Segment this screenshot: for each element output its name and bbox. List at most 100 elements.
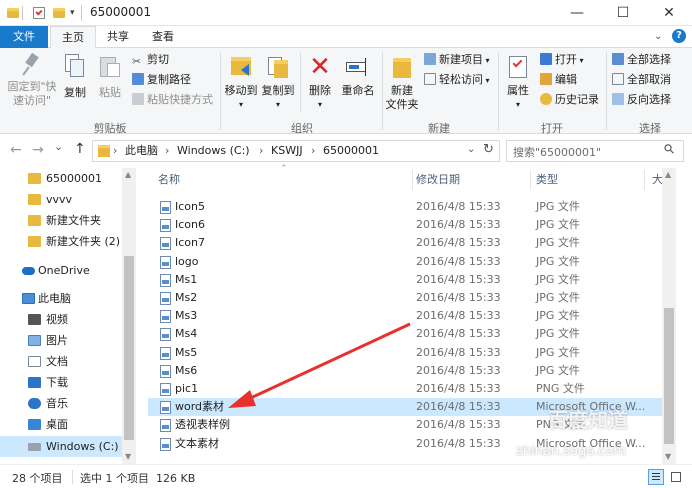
- open-button[interactable]: 打开 ▾: [540, 52, 584, 68]
- tab-file[interactable]: 文件: [0, 26, 48, 48]
- address-bar[interactable]: › 此电脑 › Windows (C:) › KSWJJ › 65000001 …: [92, 140, 500, 162]
- nav-item-this-pc[interactable]: 此电脑: [0, 288, 122, 309]
- address-dropdown-icon[interactable]: ⌄: [467, 144, 475, 155]
- column-header-type[interactable]: 类型: [536, 168, 558, 192]
- nav-item-vvvv[interactable]: vvvv: [0, 189, 122, 210]
- table-row[interactable]: Ms2 2016/4/8 15:33 JPG 文件: [148, 289, 676, 307]
- address-area: ← → ⌄ ↑ › 此电脑 › Windows (C:) › KSWJJ › 6…: [0, 134, 692, 168]
- column-header-date[interactable]: 修改日期: [416, 168, 460, 192]
- close-button[interactable]: ✕: [646, 0, 692, 26]
- file-type: JPG 文件: [536, 272, 580, 286]
- scroll-up-icon[interactable]: ▲: [125, 170, 131, 179]
- breadcrumb-windows-c[interactable]: Windows (C:): [177, 141, 250, 161]
- properties-button[interactable]: 属性 ▾: [502, 54, 534, 112]
- nav-item-label: 视频: [46, 313, 68, 326]
- table-row[interactable]: Icon5 2016/4/8 15:33 JPG 文件: [148, 198, 676, 216]
- nav-item-videos[interactable]: 视频: [0, 309, 122, 330]
- copy-to-button[interactable]: 复制到 ▾: [260, 54, 296, 112]
- new-item-icon: [424, 53, 436, 65]
- pin-quick-access-button[interactable]: 固定到"快 速访问": [6, 52, 58, 108]
- large-icons-view-button[interactable]: [668, 469, 684, 485]
- select-none-button[interactable]: 全部取消: [612, 72, 671, 88]
- breadcrumb-65000001[interactable]: 65000001: [323, 141, 379, 161]
- divider: [22, 6, 23, 20]
- nav-item-desktop[interactable]: 桌面: [0, 414, 122, 435]
- edit-button[interactable]: 编辑: [540, 72, 577, 88]
- tab-view[interactable]: 查看: [142, 26, 184, 48]
- arrow-head: [228, 390, 256, 408]
- scroll-down-icon[interactable]: ▼: [125, 452, 131, 461]
- table-row[interactable]: Ms1 2016/4/8 15:33 JPG 文件: [148, 271, 676, 289]
- properties-quick-icon[interactable]: [33, 7, 45, 19]
- nav-item-pictures[interactable]: 图片: [0, 330, 122, 351]
- copy-to-label: 复制到: [261, 84, 295, 97]
- new-folder-icon: [391, 54, 413, 80]
- nav-item-documents[interactable]: 文档: [0, 351, 122, 372]
- new-folder-button[interactable]: 新建 文件夹: [384, 54, 420, 112]
- recent-locations-button[interactable]: ⌄: [54, 140, 63, 153]
- column-header-name[interactable]: 名称: [158, 168, 180, 192]
- nav-item-music[interactable]: 音乐: [0, 393, 122, 414]
- select-all-label: 全部选择: [627, 53, 671, 66]
- paste-shortcut-button[interactable]: 粘贴快捷方式: [132, 92, 213, 108]
- file-date: 2016/4/8 15:33: [416, 382, 501, 395]
- nav-item-65000001[interactable]: 65000001: [0, 168, 122, 189]
- search-icon[interactable]: ⚲: [661, 141, 678, 158]
- edit-icon: [540, 73, 552, 85]
- scroll-up-icon[interactable]: ▲: [665, 170, 671, 179]
- search-input[interactable]: 搜索"65000001": [513, 144, 601, 160]
- history-button[interactable]: 历史记录: [540, 92, 599, 108]
- list-scrollbar[interactable]: ▲ ▼: [662, 168, 676, 464]
- breadcrumb-this-pc[interactable]: 此电脑: [125, 141, 158, 161]
- new-item-button[interactable]: 新建项目 ▾: [424, 52, 490, 68]
- copy-path-button[interactable]: 复制路径: [132, 72, 191, 88]
- divider: [606, 52, 607, 130]
- tab-share[interactable]: 共享: [96, 26, 140, 48]
- nav-item-downloads[interactable]: 下载: [0, 372, 122, 393]
- invert-selection-button[interactable]: 反向选择: [612, 92, 671, 108]
- select-all-button[interactable]: 全部选择: [612, 52, 671, 68]
- file-name: Ms3: [175, 309, 198, 323]
- file-type: JPG 文件: [536, 254, 580, 268]
- list-scrollbar-thumb[interactable]: [664, 308, 674, 444]
- cut-button[interactable]: ✂ 剪切: [132, 52, 169, 68]
- rename-button[interactable]: 重命名: [338, 54, 378, 98]
- help-icon[interactable]: ?: [672, 29, 686, 43]
- nav-item-new-folder-2[interactable]: 新建文件夹 (2): [0, 231, 122, 252]
- paste-label: 粘贴: [99, 86, 121, 99]
- file-icon: [160, 401, 171, 415]
- table-row[interactable]: logo 2016/4/8 15:33 JPG 文件: [148, 253, 676, 271]
- nav-item-windows-c[interactable]: Windows (C:): [0, 436, 122, 457]
- nav-item-onedrive[interactable]: OneDrive: [0, 260, 122, 281]
- search-box[interactable]: 搜索"65000001" ⚲: [506, 140, 684, 162]
- minimize-button[interactable]: —: [554, 0, 600, 26]
- customize-quick-access-icon[interactable]: ▾: [70, 8, 81, 19]
- scroll-down-icon[interactable]: ▼: [665, 452, 671, 461]
- file-type: PNG 文件: [536, 382, 585, 395]
- copy-button[interactable]: 复制: [60, 54, 90, 100]
- move-to-icon: [229, 54, 253, 80]
- nav-item-new-folder[interactable]: 新建文件夹: [0, 210, 122, 231]
- breadcrumb-kswjj[interactable]: KSWJJ: [271, 141, 303, 161]
- up-button[interactable]: ↑: [74, 141, 86, 157]
- maximize-button[interactable]: ☐: [600, 0, 646, 26]
- table-row[interactable]: Icon6 2016/4/8 15:33 JPG 文件: [148, 216, 676, 234]
- file-icon: [160, 383, 171, 396]
- details-view-button[interactable]: [648, 469, 664, 485]
- collapse-ribbon-icon[interactable]: ⌄: [654, 31, 662, 42]
- paste-button[interactable]: 粘贴: [94, 54, 126, 100]
- file-name: Ms4: [175, 327, 198, 341]
- back-button[interactable]: ←: [10, 142, 22, 158]
- table-row[interactable]: Icon7 2016/4/8 15:33 JPG 文件: [148, 234, 676, 252]
- tab-home[interactable]: 主页: [50, 26, 96, 49]
- easy-access-button[interactable]: 轻松访问 ▾: [424, 72, 490, 88]
- nav-scrollbar-thumb[interactable]: [124, 256, 134, 440]
- ribbon: 固定到"快 速访问" 复制 粘贴 ✂ 剪切 复制路径 粘贴快捷方式 剪贴板 移动到…: [0, 48, 692, 135]
- new-folder-quick-icon[interactable]: [53, 8, 65, 18]
- forward-button[interactable]: →: [32, 142, 44, 158]
- move-to-button[interactable]: 移动到 ▾: [223, 54, 259, 112]
- delete-button[interactable]: ✕ 删除 ▾: [304, 54, 336, 112]
- nav-scrollbar[interactable]: ▲ ▼: [122, 168, 136, 464]
- title-bar: ▾ 65000001 — ☐ ✕: [0, 0, 692, 26]
- refresh-icon[interactable]: ↻: [483, 142, 494, 157]
